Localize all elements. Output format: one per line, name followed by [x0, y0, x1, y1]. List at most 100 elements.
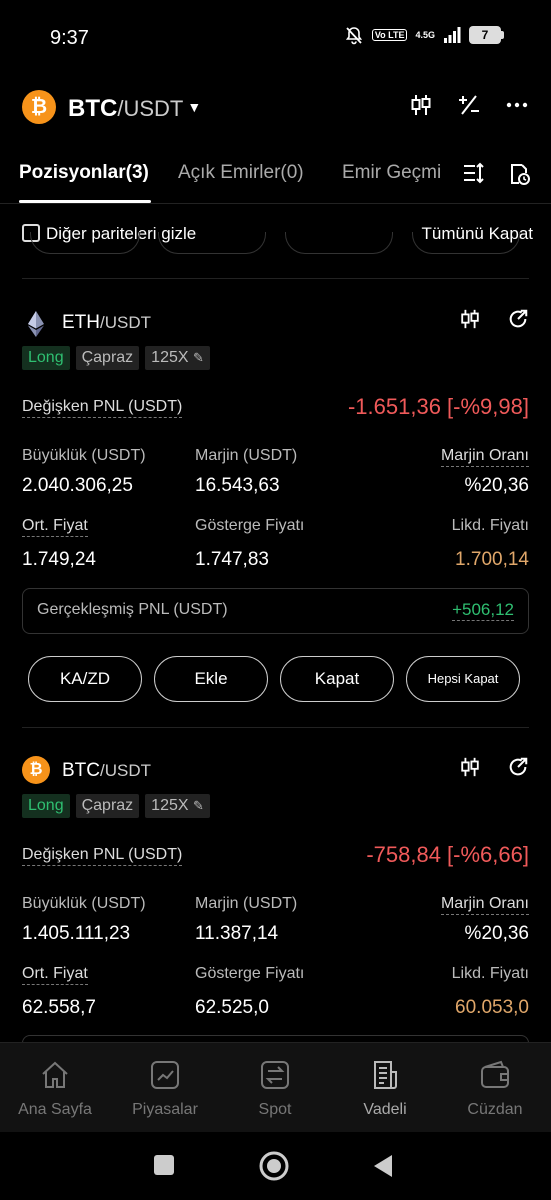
realized-pnl-value[interactable]: +506,12	[452, 600, 514, 621]
position-actions	[459, 308, 529, 330]
add-margin-button[interactable]: Ekle	[154, 656, 268, 702]
scrolled-pill-edge	[30, 232, 140, 254]
tab-open-orders[interactable]: Açık Emirler(0)	[178, 162, 304, 184]
margin-ratio-value: %20,36	[464, 475, 529, 496]
margin-mode-badge[interactable]: Çapraz	[75, 346, 140, 370]
nav-label: Spot	[258, 1101, 292, 1118]
position-card-eth: ETH/USDT Long Çapraz 125X ✎ Değişken PNL…	[0, 308, 551, 718]
margin-label: Marjin (USDT)	[195, 447, 298, 464]
candlestick-chart-icon[interactable]	[409, 93, 433, 117]
entry-price-value: 1.749,24	[22, 549, 96, 570]
wallet-icon	[481, 1060, 509, 1088]
side-badge: Long	[22, 794, 70, 818]
nav-item-markets[interactable]: Piyasalar	[110, 1057, 220, 1119]
sort-icon[interactable]	[463, 162, 485, 184]
size-label: Büyüklük (USDT)	[22, 447, 146, 464]
battery-icon: 7	[469, 26, 504, 44]
unrealized-pnl-label: Değişken PNL (USDT)	[22, 398, 183, 418]
entry-price-label: Ort. Fiyat	[22, 517, 88, 537]
liq-price-label: Likd. Fiyatı	[451, 517, 529, 534]
leverage-badge[interactable]: 125X ✎	[145, 794, 210, 818]
divider	[22, 727, 529, 728]
close-all-button[interactable]: Hepsi Kapat	[406, 656, 520, 702]
pair-base: BTC	[68, 95, 118, 122]
position-symbol: ETH/USDT	[62, 312, 151, 333]
pair-quote: /USDT	[117, 96, 184, 121]
signal-icon	[444, 27, 461, 43]
position-symbol: BTC/USDT	[62, 760, 151, 781]
system-navigation-bar	[0, 1132, 551, 1200]
tab-order-history[interactable]: Emir Geçmi	[342, 162, 441, 184]
nav-label: Vadeli	[363, 1101, 407, 1118]
network-type: 4.5G	[415, 29, 435, 40]
tpsl-button[interactable]: KA/ZD	[28, 656, 142, 702]
back-icon[interactable]	[372, 1154, 394, 1178]
position-tags: Long Çapraz 125X ✎	[22, 794, 210, 818]
positions-tabs: Pozisyonlar(3) Açık Emirler(0) Emir Geçm…	[0, 148, 551, 204]
liq-price-value: 1.700,14	[455, 549, 529, 570]
size-value: 1.405.111,23	[22, 923, 131, 944]
margin-ratio-label: Marjin Oranı	[440, 895, 529, 915]
unrealized-pnl-value: -758,84 [-%6,66]	[366, 842, 529, 867]
share-icon[interactable]	[507, 756, 529, 778]
leverage-badge[interactable]: 125X ✎	[145, 346, 210, 370]
position-card-btc: ₿ BTC/USDT Long Çapraz 125X ✎ Değişken P…	[0, 756, 551, 1046]
scrolled-pill-edge	[158, 232, 266, 254]
futures-icon	[374, 1061, 397, 1089]
tab-positions[interactable]: Pozisyonlar(3)	[19, 162, 149, 184]
nav-item-futures[interactable]: Vadeli	[330, 1057, 440, 1119]
mark-price-label: Gösterge Fiyatı	[195, 517, 305, 534]
position-tags: Long Çapraz 125X ✎	[22, 346, 210, 370]
nav-label: Cüzdan	[467, 1101, 523, 1118]
home-button-icon[interactable]	[258, 1150, 290, 1182]
size-value: 2.040.306,25	[22, 475, 133, 496]
size-label: Büyüklük (USDT)	[22, 895, 146, 912]
calculator-icon[interactable]	[457, 93, 481, 117]
nav-item-spot[interactable]: Spot	[220, 1057, 330, 1119]
markets-icon	[151, 1061, 179, 1089]
spot-icon	[261, 1061, 289, 1089]
status-icons: Vo LTE 4.5G 7	[344, 25, 504, 45]
caret-down-icon: ▼	[187, 99, 202, 115]
entry-price-label: Ort. Fiyat	[22, 965, 88, 985]
liq-price-label: Likd. Fiyatı	[451, 965, 529, 982]
volte-icon: Vo LTE	[371, 29, 408, 41]
mark-price-value: 1.747,83	[195, 549, 269, 570]
scrolled-pill-edge	[412, 232, 520, 254]
margin-value: 11.387,14	[195, 923, 279, 944]
close-position-button[interactable]: Kapat	[280, 656, 394, 702]
history-document-icon[interactable]	[507, 162, 531, 186]
pair-selector[interactable]: BTC/USDT ▼	[68, 95, 201, 123]
liq-price-value: 60.053,0	[455, 997, 529, 1018]
candlestick-chart-icon[interactable]	[459, 756, 481, 778]
active-tab-indicator	[19, 200, 151, 203]
scrolled-pill-edge	[285, 232, 393, 254]
entry-price-value: 62.558,7	[22, 997, 96, 1018]
home-icon	[42, 1061, 68, 1088]
unrealized-pnl-label: Değişken PNL (USDT)	[22, 846, 183, 866]
recents-icon[interactable]	[153, 1154, 175, 1176]
unrealized-pnl-value: -1.651,36 [-%9,98]	[347, 394, 529, 419]
margin-mode-badge[interactable]: Çapraz	[75, 794, 140, 818]
nav-item-home[interactable]: Ana Sayfa	[0, 1057, 110, 1119]
filter-row: Diğer pariteleri gizle Tümünü Kapat	[0, 222, 551, 278]
nav-label: Piyasalar	[132, 1101, 198, 1118]
bottom-navigation: Ana Sayfa Piyasalar Spot Vadeli Cüzdan	[0, 1042, 551, 1132]
candlestick-chart-icon[interactable]	[459, 308, 481, 330]
header-actions	[409, 93, 529, 117]
edit-icon: ✎	[193, 350, 204, 365]
btc-coin-icon: ₿	[22, 90, 56, 124]
margin-ratio-value: %20,36	[464, 923, 529, 944]
divider	[22, 278, 529, 279]
nav-item-wallet[interactable]: Cüzdan	[440, 1057, 550, 1119]
status-time: 9:37	[50, 27, 89, 49]
share-icon[interactable]	[507, 308, 529, 330]
more-icon[interactable]	[505, 93, 529, 117]
mark-price-label: Gösterge Fiyatı	[195, 965, 305, 982]
side-badge: Long	[22, 346, 70, 370]
margin-value: 16.543,63	[195, 475, 280, 496]
position-actions	[459, 756, 529, 778]
btc-coin-icon: ₿	[22, 756, 50, 784]
nav-label: Ana Sayfa	[18, 1101, 92, 1118]
trading-pair-header: ₿ BTC/USDT ▼	[0, 85, 551, 131]
